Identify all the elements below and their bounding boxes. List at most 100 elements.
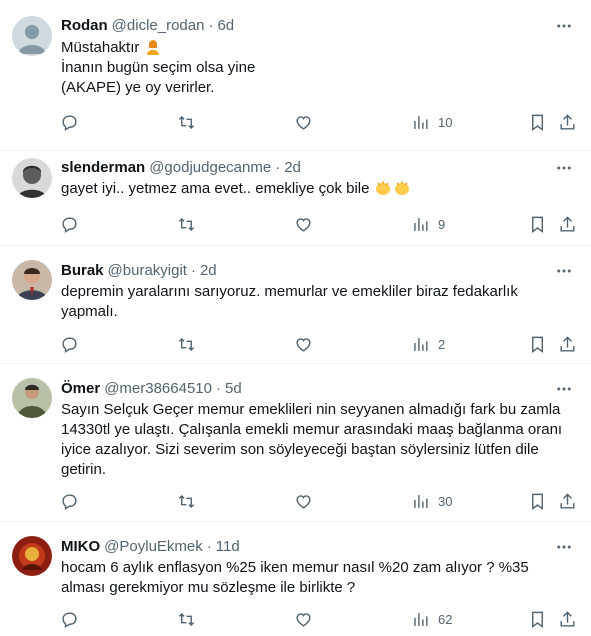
- views-button[interactable]: 2: [411, 326, 445, 362]
- share-icon: [560, 113, 575, 130]
- reply-tweet[interactable]: MIKO @PoyluEkmek · 11d hocam 6 aylık enf…: [0, 522, 591, 636]
- share-button[interactable]: [558, 206, 577, 242]
- retweet-button[interactable]: [177, 601, 196, 636]
- user-photo-icon: [12, 378, 52, 418]
- tweet-text-content: hocam 6 aylık enflasyon %25 iken memur n…: [61, 559, 533, 596]
- share-icon: [560, 335, 575, 352]
- tweet-text: hocam 6 aylık enflasyon %25 iken memur n…: [61, 558, 541, 598]
- share-button[interactable]: [558, 483, 577, 519]
- author-name[interactable]: Burak: [61, 262, 104, 279]
- retweet-button[interactable]: [177, 483, 196, 519]
- bookmark-button[interactable]: [528, 483, 547, 519]
- views-button[interactable]: 62: [411, 601, 452, 636]
- views-icon: [414, 612, 428, 626]
- author-name[interactable]: Rodan: [61, 17, 108, 34]
- reply-icon: [62, 493, 77, 510]
- retweet-icon: [178, 337, 195, 351]
- reply-button[interactable]: [60, 601, 79, 636]
- author-name[interactable]: MIKO: [61, 538, 100, 555]
- share-button[interactable]: [558, 326, 577, 362]
- views-button[interactable]: 30: [411, 483, 452, 519]
- share-icon: [560, 492, 575, 509]
- woman-emoji-icon: [146, 40, 159, 55]
- more-icon[interactable]: [555, 380, 573, 398]
- separator-dot: ·: [206, 537, 212, 555]
- reply-button[interactable]: [60, 483, 79, 519]
- author-handle[interactable]: @PoyluEkmek: [104, 538, 203, 555]
- like-icon: [296, 115, 311, 130]
- like-button[interactable]: [294, 601, 313, 636]
- author-handle[interactable]: @mer38664510: [104, 380, 212, 397]
- bookmark-button[interactable]: [528, 326, 547, 362]
- bookmark-button[interactable]: [528, 601, 547, 636]
- share-button[interactable]: [558, 601, 577, 636]
- reply-tweet[interactable]: Ömer @mer38664510 · 5d Sayın Selçuk Geçe…: [0, 364, 591, 522]
- like-button[interactable]: [294, 206, 313, 242]
- like-button[interactable]: [294, 104, 313, 140]
- tweet-time[interactable]: 2d: [284, 159, 301, 176]
- reply-icon: [62, 336, 77, 353]
- avatar[interactable]: [12, 158, 52, 198]
- separator-dot: ·: [275, 158, 281, 176]
- reply-button[interactable]: [60, 104, 79, 140]
- separator-dot: ·: [216, 379, 221, 397]
- author-name[interactable]: Ömer: [61, 380, 100, 397]
- views-button[interactable]: 10: [411, 104, 452, 140]
- avatar[interactable]: [12, 536, 52, 576]
- views-icon: [414, 217, 428, 231]
- views-count: 9: [438, 216, 446, 232]
- tweet-time[interactable]: 6d: [217, 17, 234, 34]
- retweet-button[interactable]: [177, 104, 196, 140]
- author-handle[interactable]: @godjudgecanme: [149, 159, 271, 176]
- like-icon: [296, 612, 311, 627]
- action-bar: 9: [52, 206, 583, 242]
- bookmark-icon: [532, 216, 543, 233]
- bookmark-icon: [532, 493, 543, 510]
- default-avatar-icon: [12, 16, 52, 56]
- more-icon[interactable]: [555, 17, 573, 35]
- reply-tweet[interactable]: Rodan @dicle_rodan · 6d Müstahaktır İnan…: [0, 0, 591, 151]
- action-bar: 10: [52, 104, 583, 140]
- bookmark-button[interactable]: [528, 206, 547, 242]
- action-bar: 30: [52, 483, 583, 519]
- tweet-header: Ömer @mer38664510 · 5d: [61, 377, 551, 399]
- avatar[interactable]: [12, 260, 52, 300]
- views-icon: [414, 115, 428, 129]
- user-photo-icon: [12, 260, 52, 300]
- reply-icon: [62, 216, 77, 233]
- tweet-header: MIKO @PoyluEkmek · 11d: [61, 535, 551, 557]
- more-icon[interactable]: [555, 262, 573, 280]
- like-button[interactable]: [294, 326, 313, 362]
- tweet-time[interactable]: 5d: [225, 380, 242, 397]
- action-bar: 62: [52, 601, 583, 636]
- more-icon[interactable]: [555, 159, 573, 177]
- retweet-button[interactable]: [177, 326, 196, 362]
- reply-tweet[interactable]: Burak @burakyigit · 2d depremin yaraları…: [0, 246, 591, 364]
- retweet-icon: [178, 217, 195, 231]
- reply-button[interactable]: [60, 206, 79, 242]
- tweet-time[interactable]: 11d: [216, 538, 240, 555]
- reply-button[interactable]: [60, 326, 79, 362]
- author-handle[interactable]: @burakyigit: [108, 262, 187, 279]
- views-count: 30: [438, 493, 453, 509]
- tweet-text-line: İnanın bugün seçim olsa yine: [61, 59, 256, 76]
- tweet-text: Sayın Selçuk Geçer memur emeklileri nin …: [61, 400, 577, 480]
- avatar[interactable]: [12, 16, 52, 56]
- separator-dot: ·: [208, 16, 214, 34]
- user-photo-icon: [12, 158, 52, 198]
- tweet-text-content: Sayın Selçuk Geçer memur emeklileri nin …: [61, 401, 567, 478]
- bookmark-button[interactable]: [528, 104, 547, 140]
- tweet-header: Rodan @dicle_rodan · 6d: [61, 14, 551, 36]
- tweet-time[interactable]: 2d: [200, 262, 217, 279]
- share-button[interactable]: [558, 104, 577, 140]
- author-name[interactable]: slenderman: [61, 159, 145, 176]
- like-button[interactable]: [294, 483, 313, 519]
- more-icon[interactable]: [555, 538, 573, 556]
- avatar[interactable]: [12, 378, 52, 418]
- retweet-button[interactable]: [177, 206, 196, 242]
- author-handle[interactable]: @dicle_rodan: [112, 17, 205, 34]
- like-icon: [296, 217, 311, 232]
- retweet-icon: [178, 612, 195, 626]
- reply-tweet[interactable]: slenderman @godjudgecanme · 2d gayet iyi…: [0, 151, 591, 246]
- views-button[interactable]: 9: [411, 206, 445, 242]
